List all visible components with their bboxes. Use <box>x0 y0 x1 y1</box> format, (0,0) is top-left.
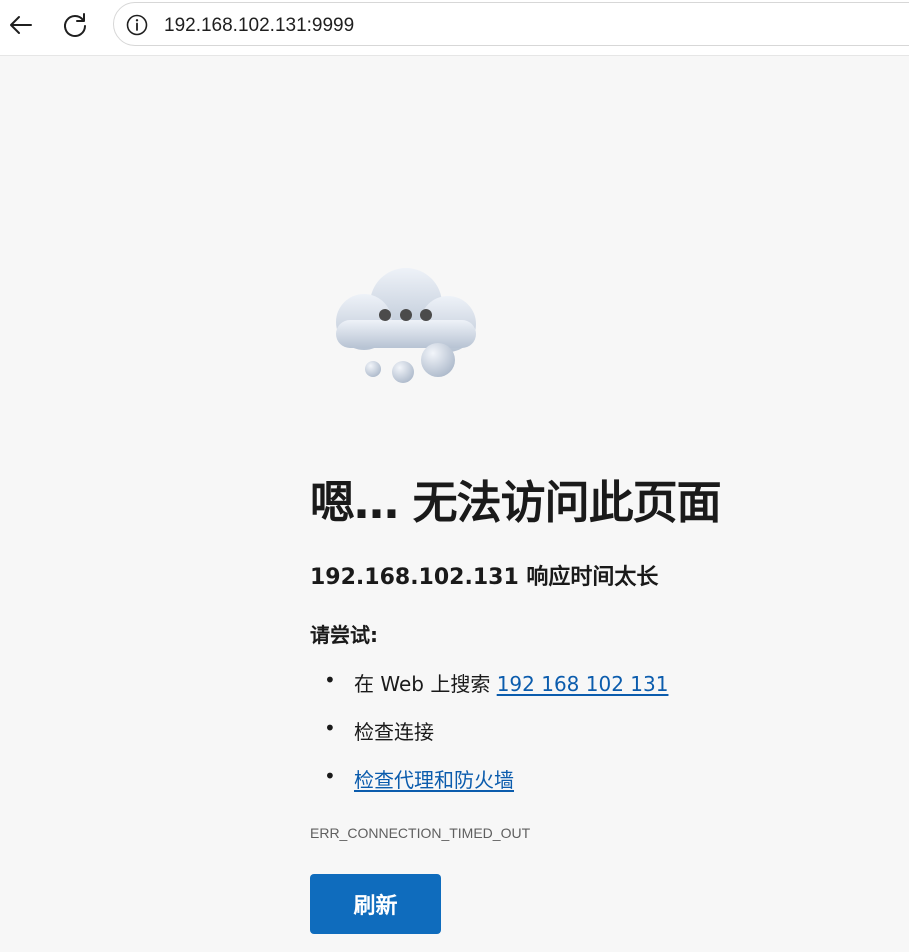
bullet: • <box>324 716 336 740</box>
site-info-button[interactable] <box>124 12 150 38</box>
suggestion-check-connection: • 检查连接 <box>310 716 668 764</box>
try-heading: 请尝试: <box>310 623 378 647</box>
suggestion-list: • 在 Web 上搜索 192 168 102 131 • 检查连接 • 检查代… <box>310 668 668 812</box>
cloud-icon <box>326 264 486 389</box>
error-title: 嗯… 无法访问此页面 <box>310 476 722 529</box>
suggestion-check-proxy: • 检查代理和防火墙 <box>310 764 668 812</box>
refresh-page-button[interactable] <box>58 6 92 44</box>
refresh-button[interactable]: 刷新 <box>310 874 441 934</box>
error-subtitle: 192.168.102.131 响应时间太长 <box>310 565 659 590</box>
suggestion-search-web: • 在 Web 上搜索 192 168 102 131 <box>310 668 668 716</box>
suggestion-search-prefix: 在 Web 上搜索 <box>354 672 497 696</box>
address-bar[interactable]: 192.168.102.131:9999 <box>113 2 909 46</box>
bullet: • <box>324 668 336 692</box>
search-web-link[interactable]: 192 168 102 131 <box>497 672 669 696</box>
back-button[interactable] <box>4 6 38 44</box>
suggestion-check-connection-text: 检查连接 <box>354 720 434 744</box>
error-code: ERR_CONNECTION_TIMED_OUT <box>310 825 531 841</box>
back-arrow-icon <box>10 16 32 34</box>
refresh-icon <box>64 13 86 37</box>
info-icon <box>126 14 148 36</box>
bullet: • <box>324 764 336 788</box>
url-text[interactable]: 192.168.102.131:9999 <box>164 15 354 37</box>
check-proxy-firewall-link[interactable]: 检查代理和防火墙 <box>354 768 514 792</box>
browser-toolbar: 192.168.102.131:9999 <box>0 0 909 56</box>
